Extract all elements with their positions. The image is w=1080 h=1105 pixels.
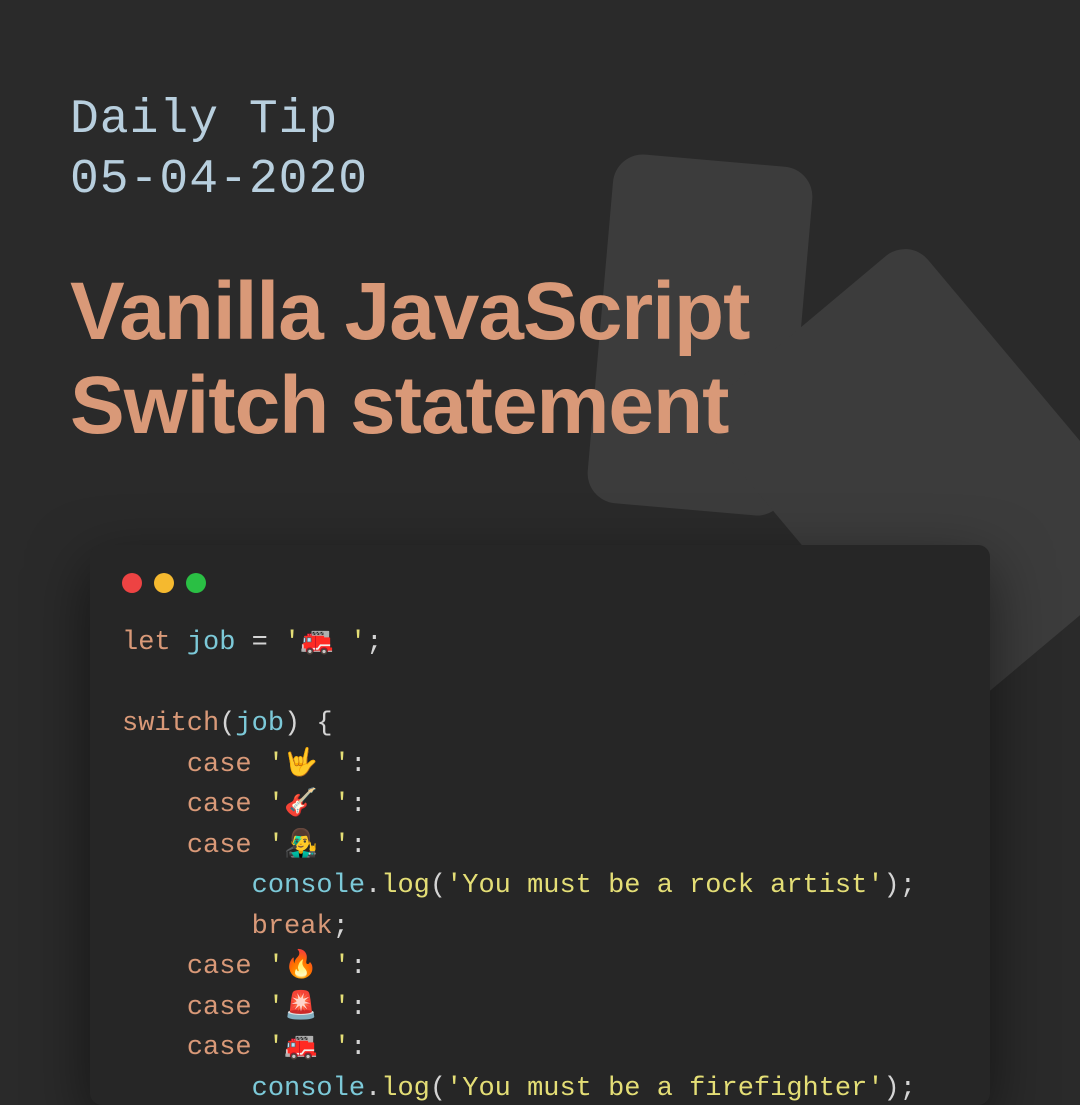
console-obj: console — [252, 1074, 365, 1104]
semicolon: ; — [366, 628, 382, 658]
semicolon: ; — [900, 871, 916, 901]
semicolon: ; — [333, 912, 349, 942]
traffic-lights — [90, 545, 990, 613]
case-1-value: '🤟 ' — [268, 750, 350, 780]
lparen: ( — [430, 871, 446, 901]
colon: : — [350, 993, 366, 1023]
case-5-value: '🚨 ' — [268, 993, 350, 1023]
keyword-case: case — [187, 750, 252, 780]
colon: : — [350, 750, 366, 780]
keyword-case: case — [187, 952, 252, 982]
dot: . — [365, 1074, 381, 1104]
keyword-case: case — [187, 1033, 252, 1063]
string-job-value: '🚒 ' — [284, 628, 366, 658]
rparen: ) — [884, 871, 900, 901]
log-msg-2: 'You must be a firefighter' — [446, 1074, 883, 1104]
lparen: ( — [219, 709, 235, 739]
keyword-let: let — [122, 628, 171, 658]
code-block: let job = '🚒 '; switch(job) { case '🤟 ':… — [90, 613, 990, 1105]
case-6-value: '🚒 ' — [268, 1033, 350, 1063]
lparen: ( — [430, 1074, 446, 1104]
console-obj: console — [252, 871, 365, 901]
dot: . — [365, 871, 381, 901]
case-3-value: '👨‍🎤 ' — [268, 831, 350, 861]
semicolon: ; — [900, 1074, 916, 1104]
keyword-switch: switch — [122, 709, 219, 739]
kicker-line-2: 05-04-2020 — [70, 153, 368, 207]
keyword-case: case — [187, 993, 252, 1023]
equals: = — [235, 628, 284, 658]
case-4-value: '🔥 ' — [268, 952, 350, 982]
colon: : — [350, 831, 366, 861]
var-job: job — [187, 628, 236, 658]
log-method: log — [381, 1074, 430, 1104]
keyword-break: break — [252, 912, 333, 942]
code-window: let job = '🚒 '; switch(job) { case '🤟 ':… — [90, 545, 990, 1105]
rparen: ) — [284, 709, 300, 739]
var-job-ref: job — [235, 709, 284, 739]
colon: : — [350, 952, 366, 982]
title-line-1: Vanilla JavaScript — [70, 266, 749, 357]
case-2-value: '🎸 ' — [268, 790, 350, 820]
title: Vanilla JavaScript Switch statement — [70, 265, 1010, 454]
header: Daily Tip 05-04-2020 Vanilla JavaScript … — [0, 0, 1080, 454]
rparen: ) — [884, 1074, 900, 1104]
log-method: log — [381, 871, 430, 901]
kicker: Daily Tip 05-04-2020 — [70, 90, 1010, 210]
kicker-line-1: Daily Tip — [70, 93, 338, 147]
maximize-icon — [186, 573, 206, 593]
keyword-case: case — [187, 831, 252, 861]
lbrace: { — [300, 709, 332, 739]
title-line-2: Switch statement — [70, 360, 728, 451]
minimize-icon — [154, 573, 174, 593]
colon: : — [350, 1033, 366, 1063]
close-icon — [122, 573, 142, 593]
colon: : — [350, 790, 366, 820]
keyword-case: case — [187, 790, 252, 820]
log-msg-1: 'You must be a rock artist' — [446, 871, 883, 901]
